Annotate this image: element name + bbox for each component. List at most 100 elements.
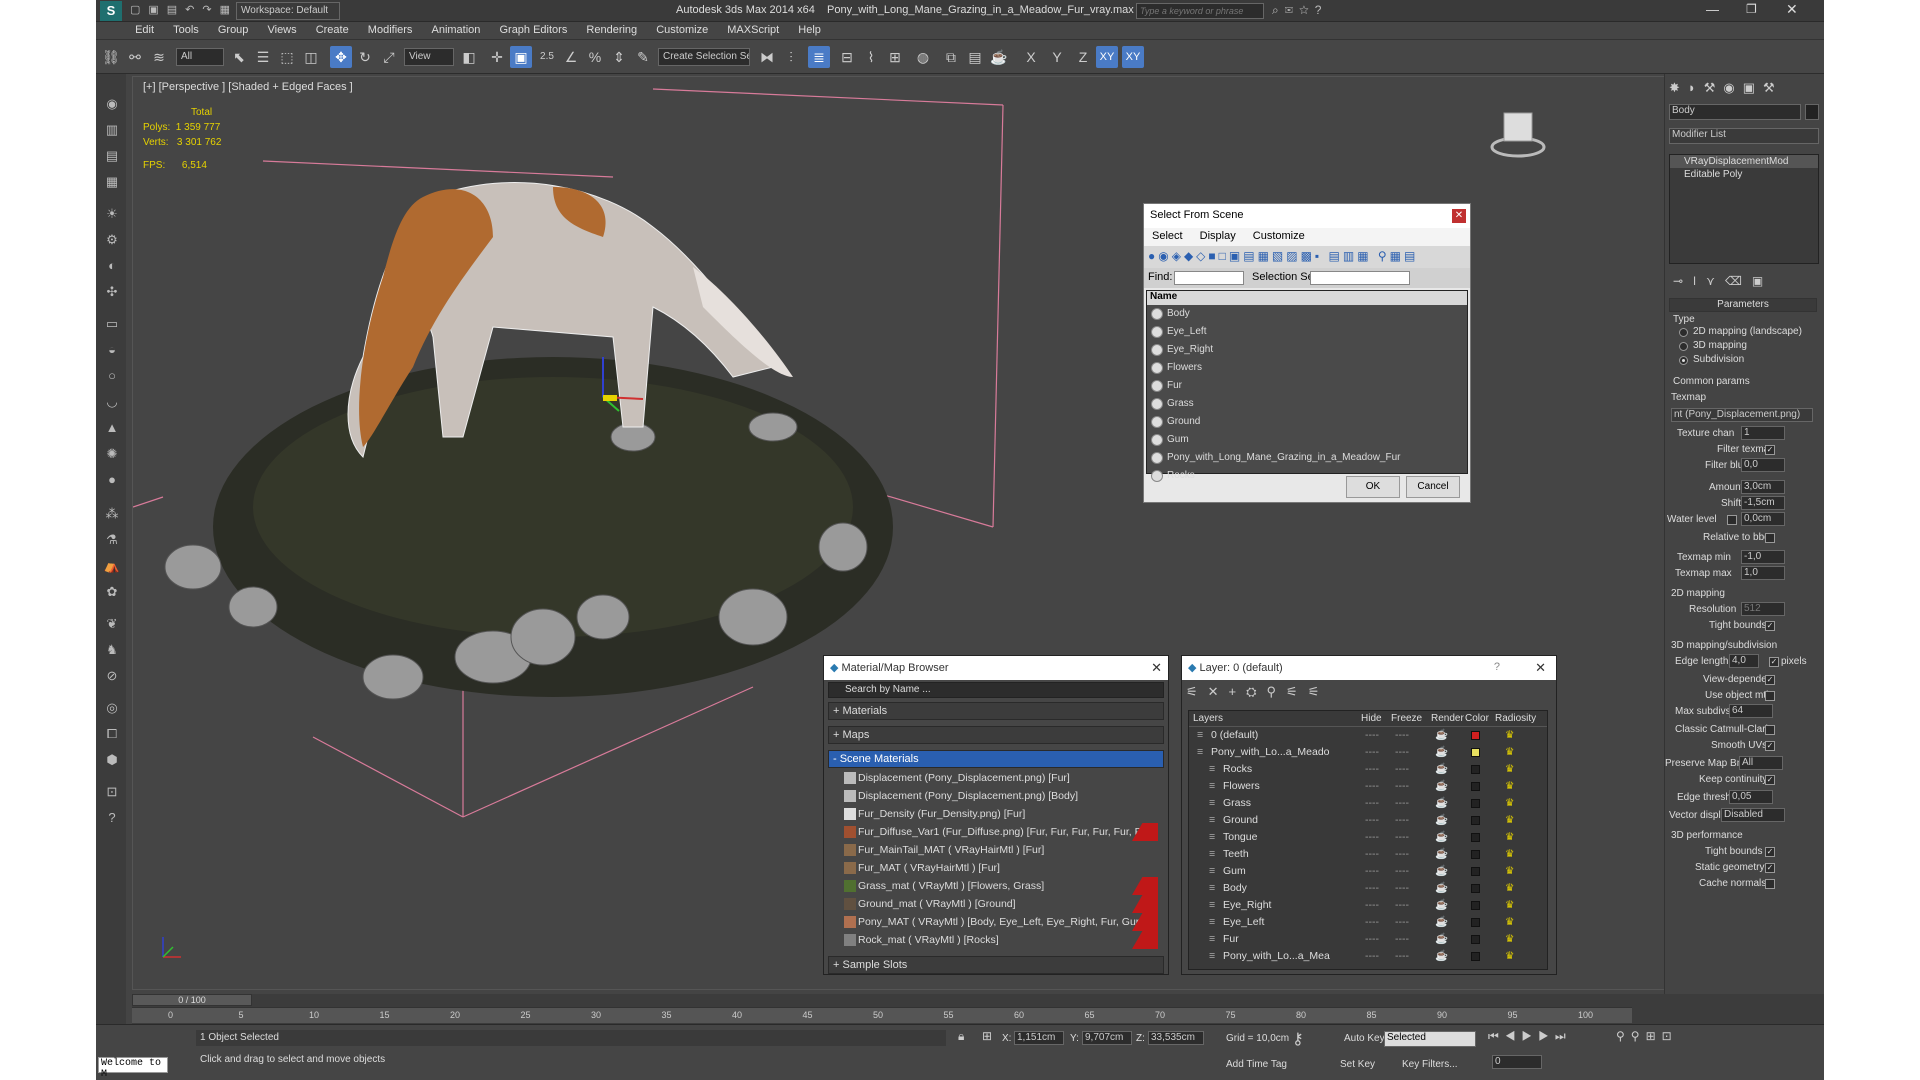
list-item[interactable]: Body — [1147, 305, 1467, 323]
freeze-toggle[interactable]: ---- — [1395, 761, 1409, 778]
lock-icon[interactable]: 🔒︎ — [958, 1029, 964, 1044]
menu-modifiers[interactable]: Modifiers — [360, 22, 421, 38]
material-row[interactable]: Displacement (Pony_Displacement.png) [Fu… — [828, 769, 1164, 787]
layer-row[interactable]: ≡ 0 (default) ---- ---- ☕ ♛ — [1189, 727, 1547, 744]
layer-color-swatch[interactable] — [1471, 765, 1480, 774]
percent-snap-icon[interactable]: % — [584, 46, 606, 68]
freeze-toggle[interactable]: ---- — [1395, 897, 1409, 914]
hide-toggle[interactable]: ---- — [1365, 897, 1379, 914]
material-row[interactable]: Fur_MainTail_MAT ( VRayHairMtl ) [Fur] — [828, 841, 1164, 859]
radiosity-icon[interactable]: ♛ — [1505, 880, 1514, 897]
keyboard-shortcut-toggle-icon[interactable]: ▣ — [510, 46, 532, 68]
playback-controls-icon[interactable]: ⏮◀▶▶⏭ — [1488, 1029, 1572, 1044]
parameters-rollout[interactable]: Parameters — [1669, 298, 1817, 312]
cancel-button[interactable]: Cancel — [1406, 476, 1460, 498]
render-teapot-icon[interactable]: ☕ — [1435, 931, 1448, 948]
freeze-toggle[interactable]: ---- — [1395, 727, 1409, 744]
close-icon[interactable]: ✕ — [1151, 660, 1162, 676]
radio-2d-mapping[interactable] — [1679, 328, 1688, 337]
layer-color-swatch[interactable] — [1471, 952, 1480, 961]
list-item[interactable]: Ground — [1147, 413, 1467, 431]
render-teapot-icon[interactable]: ☕ — [1435, 727, 1448, 744]
freeze-toggle[interactable]: ---- — [1395, 812, 1409, 829]
view-dependent-checkbox[interactable]: ✓ — [1765, 675, 1775, 685]
object-color-swatch[interactable] — [1805, 104, 1819, 120]
render-teapot-icon[interactable]: ☕ — [1435, 744, 1448, 761]
render-teapot-icon[interactable]: ☕ — [1435, 761, 1448, 778]
z-coordinate-field[interactable]: 33,535cm — [1148, 1031, 1204, 1045]
curve-editor-icon[interactable]: ⌇ — [860, 46, 882, 68]
menu-customize[interactable]: Customize — [648, 22, 716, 38]
hide-toggle[interactable]: ---- — [1365, 931, 1379, 948]
axis-x-button[interactable]: X — [1020, 46, 1042, 68]
layer-row[interactable]: ≡ Grass ---- ---- ☕ ♛ — [1189, 795, 1547, 812]
rect-selection-icon[interactable]: ⬚ — [276, 46, 298, 68]
radiosity-icon[interactable]: ♛ — [1505, 897, 1514, 914]
menu-views[interactable]: Views — [259, 22, 304, 38]
col-layers[interactable]: Layers — [1193, 713, 1223, 724]
layer-row[interactable]: ≡ Pony_with_Lo...a_Meado ---- ---- ☕ ♛ — [1189, 744, 1547, 761]
sample-slots-group[interactable]: + Sample Slots — [828, 956, 1164, 974]
axis-xy-button[interactable]: XY — [1096, 46, 1118, 68]
viewcube-icon[interactable] — [1490, 112, 1546, 158]
material-row[interactable]: Pony_MAT ( VRayMtl ) [Body, Eye_Left, Ey… — [828, 913, 1164, 931]
freeze-toggle[interactable]: ---- — [1395, 846, 1409, 863]
tool-icon-12[interactable]: ◡ — [102, 392, 122, 412]
quick-access-icons[interactable]: ▢▣▤↶↷▦ — [130, 3, 238, 16]
layer-color-swatch[interactable] — [1471, 748, 1480, 757]
layer-row[interactable]: ≡ Eye_Left ---- ---- ☕ ♛ — [1189, 914, 1547, 931]
texture-chan-spinner[interactable]: 1 — [1741, 426, 1785, 440]
angle-snap-icon[interactable]: ∠ — [560, 46, 582, 68]
material-editor-icon[interactable]: ◍ — [912, 46, 934, 68]
spinner-snap-icon[interactable]: ⇕ — [608, 46, 630, 68]
ok-button[interactable]: OK — [1346, 476, 1400, 498]
layer-row[interactable]: ≡ Flowers ---- ---- ☕ ♛ — [1189, 778, 1547, 795]
mirror-icon[interactable]: ⧓ — [756, 46, 778, 68]
hide-toggle[interactable]: ---- — [1365, 744, 1379, 761]
radiosity-icon[interactable]: ♛ — [1505, 829, 1514, 846]
list-item[interactable]: Eye_Right — [1147, 341, 1467, 359]
infocenter-icons[interactable]: ⌕✉☆? — [1272, 3, 1327, 18]
radio-3d-mapping[interactable] — [1679, 342, 1688, 351]
freeze-toggle[interactable]: ---- — [1395, 948, 1409, 965]
track-bar[interactable]: 0 5 10 15 20 25 30 35 40 45 50 55 60 65 70 75 80 85 90 95 10… — [132, 1007, 1632, 1023]
render-teapot-icon[interactable]: ☕ — [1435, 778, 1448, 795]
align-icon[interactable]: ⫶ — [780, 46, 802, 68]
select-manipulate-icon[interactable]: ✛ — [486, 46, 508, 68]
hide-toggle[interactable]: ---- — [1365, 778, 1379, 795]
reference-coord-dropdown[interactable]: View — [404, 48, 454, 66]
perspective-viewport[interactable]: [+] [Perspective ] [Shaded + Edged Faces… — [132, 76, 1672, 990]
layer-color-swatch[interactable] — [1471, 850, 1480, 859]
radiosity-icon[interactable]: ♛ — [1505, 846, 1514, 863]
layer-toolbar[interactable]: ⚟✕+⛭⚲⚟⚟ — [1186, 684, 1329, 700]
list-item[interactable]: Eye_Left — [1147, 323, 1467, 341]
menu-rendering[interactable]: Rendering — [578, 22, 645, 38]
tight-bounds2-checkbox[interactable]: ✓ — [1765, 847, 1775, 857]
close-icon[interactable]: ✕ — [1452, 209, 1466, 223]
radiosity-icon[interactable]: ♛ — [1505, 778, 1514, 795]
auto-key-button[interactable]: Auto Key — [1344, 1033, 1385, 1044]
edit-named-selection-icon[interactable]: ✎ — [632, 46, 654, 68]
render-teapot-icon[interactable]: ☕ — [1435, 795, 1448, 812]
maps-group[interactable]: + Maps — [828, 726, 1164, 744]
render-teapot-icon[interactable]: ☕ — [1435, 897, 1448, 914]
edge-thresh-spinner[interactable]: 0,05 — [1729, 790, 1773, 804]
hide-toggle[interactable]: ---- — [1365, 812, 1379, 829]
absolute-mode-icon[interactable]: ⊞ — [982, 1029, 992, 1043]
tool-icon-4[interactable]: ▦ — [102, 172, 122, 192]
render-teapot-icon[interactable]: ☕ — [1435, 846, 1448, 863]
radiosity-icon[interactable]: ♛ — [1505, 914, 1514, 931]
layer-row[interactable]: ≡ Body ---- ---- ☕ ♛ — [1189, 880, 1547, 897]
list-item[interactable]: Pony_with_Long_Mane_Grazing_in_a_Meadow_… — [1147, 449, 1467, 467]
resolution-spinner[interactable]: 512 — [1741, 602, 1785, 616]
menu-select[interactable]: Select — [1152, 230, 1183, 242]
y-coordinate-field[interactable]: 9,707cm — [1082, 1031, 1132, 1045]
hide-toggle[interactable]: ---- — [1365, 880, 1379, 897]
layer-color-swatch[interactable] — [1471, 816, 1480, 825]
layer-row[interactable]: ≡ Ground ---- ---- ☕ ♛ — [1189, 812, 1547, 829]
layer-row[interactable]: ≡ Pony_with_Lo...a_Mea ---- ---- ☕ ♛ — [1189, 948, 1547, 965]
materials-group[interactable]: + Materials — [828, 702, 1164, 720]
water-level-checkbox[interactable] — [1727, 515, 1737, 525]
unlink-icon[interactable]: ⚯ — [124, 46, 146, 68]
tool-icon-20[interactable]: ❦ — [102, 614, 122, 634]
